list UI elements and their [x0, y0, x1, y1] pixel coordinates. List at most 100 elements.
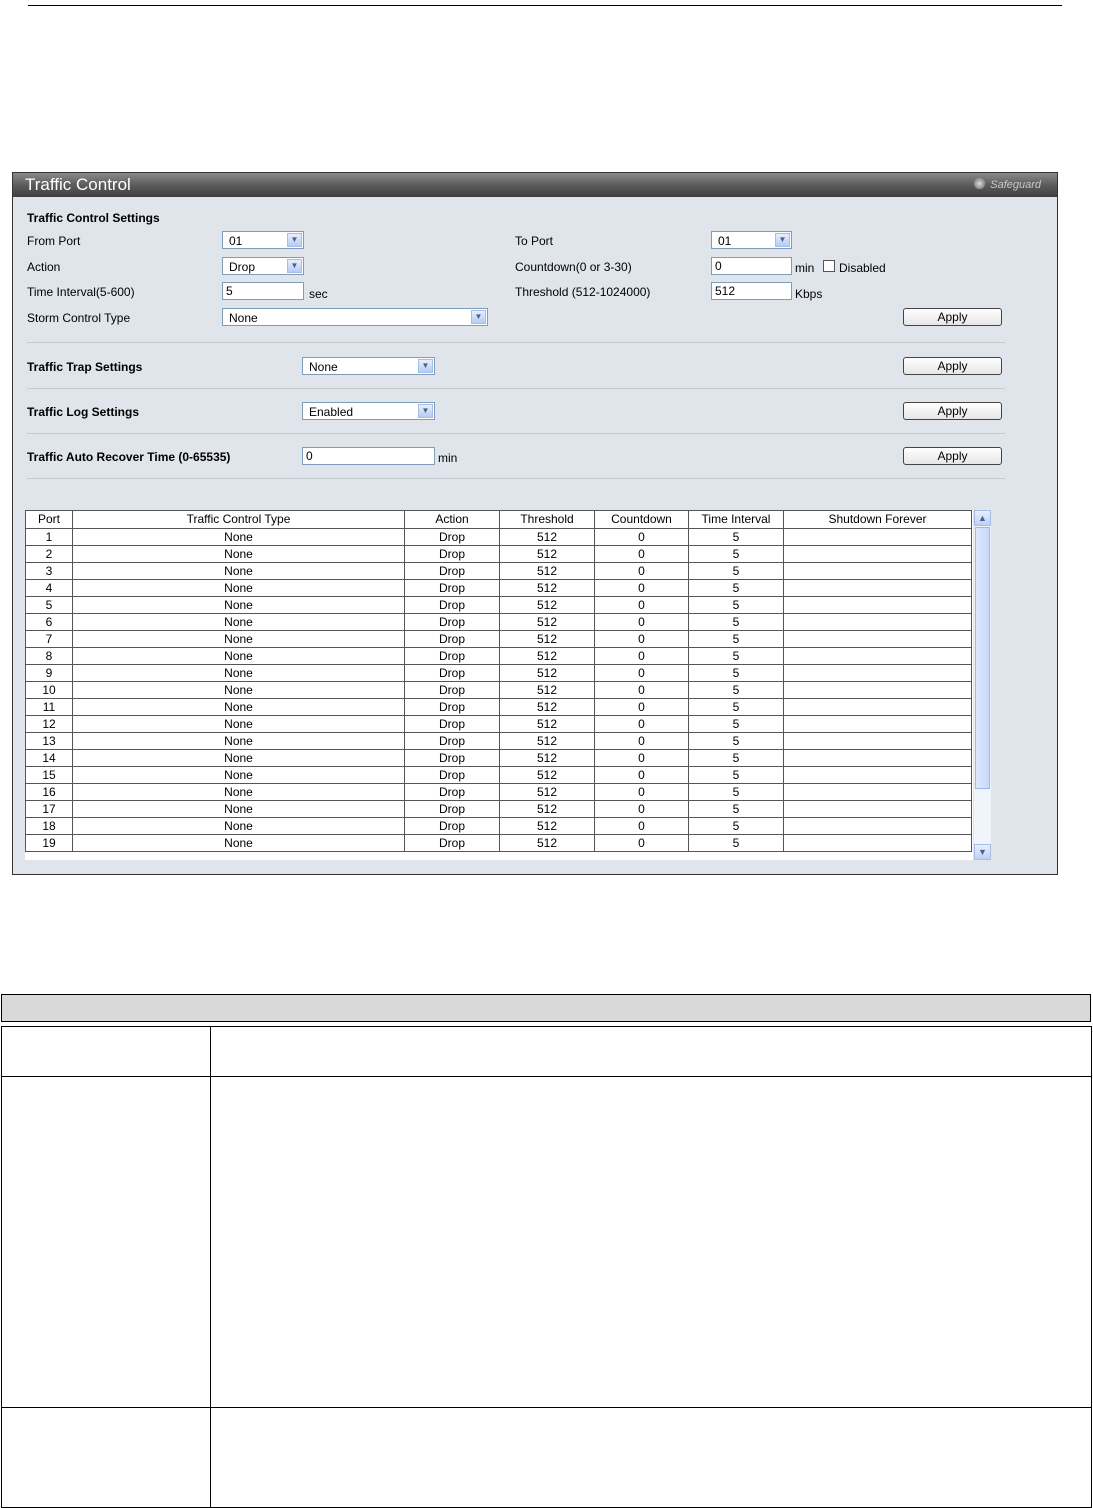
description-row: [1, 1076, 1092, 1408]
port-cell: 15: [25, 766, 73, 784]
threshold-cell: 512: [499, 630, 595, 648]
chevron-down-icon[interactable]: ▼: [974, 844, 991, 860]
action-cell: Drop: [404, 562, 500, 580]
traffic-control-type-cell: None: [72, 766, 405, 784]
traffic-control-type-cell: None: [72, 596, 405, 614]
table-scrollbar[interactable]: ▲ ▼: [974, 510, 991, 860]
to-port-select[interactable]: 01 ▼: [711, 231, 792, 249]
countdown-cell: 0: [594, 783, 689, 801]
shutdown-forever-cell: [783, 630, 972, 648]
storm-control-type-value: None: [229, 311, 258, 325]
chevron-down-icon[interactable]: ▼: [418, 404, 433, 418]
description-table: [1, 1026, 1092, 1508]
time-interval-cell: 5: [688, 579, 784, 597]
chevron-down-icon[interactable]: ▼: [471, 310, 486, 324]
storm-control-type-select[interactable]: None ▼: [222, 308, 488, 326]
port-cell: 10: [25, 681, 73, 699]
disabled-label: Disabled: [839, 261, 886, 275]
threshold-input[interactable]: [711, 282, 792, 300]
table-row: 6 None Drop 512 0 5: [25, 613, 972, 631]
panel-title-bar: Traffic Control Safeguard: [13, 173, 1057, 197]
traffic-log-apply-button[interactable]: Apply: [903, 402, 1002, 420]
divider: [27, 388, 1005, 389]
countdown-cell: 0: [594, 834, 689, 852]
time-interval-cell: 5: [688, 630, 784, 648]
traffic-log-select[interactable]: Enabled ▼: [302, 402, 435, 420]
threshold-cell: 512: [499, 545, 595, 563]
threshold-cell: 512: [499, 766, 595, 784]
action-cell: Drop: [404, 766, 500, 784]
countdown-label: Countdown(0 or 3-30): [515, 260, 632, 274]
shutdown-forever-cell: [783, 647, 972, 665]
time-interval-cell: 5: [688, 749, 784, 767]
port-cell: 5: [25, 596, 73, 614]
countdown-cell: 0: [594, 579, 689, 597]
traffic-control-type-cell: None: [72, 698, 405, 716]
action-label: Action: [27, 260, 61, 274]
chevron-down-icon[interactable]: ▼: [287, 259, 302, 273]
chevron-down-icon[interactable]: ▼: [287, 233, 302, 247]
traffic-control-type-cell: None: [72, 562, 405, 580]
traffic-auto-recover-time-input[interactable]: [302, 447, 435, 465]
threshold-cell: 512: [499, 596, 595, 614]
port-cell: 1: [25, 528, 73, 546]
traffic-trap-select[interactable]: None ▼: [302, 357, 435, 375]
shutdown-forever-cell: [783, 613, 972, 631]
countdown-cell: 0: [594, 698, 689, 716]
countdown-input[interactable]: [711, 257, 792, 275]
panel-title: Traffic Control: [25, 175, 131, 194]
traffic-control-type-cell: None: [72, 800, 405, 818]
column-header-shutdown-forever: Shutdown Forever: [783, 510, 972, 529]
countdown-cell: 0: [594, 613, 689, 631]
table-row: 2 None Drop 512 0 5: [25, 545, 972, 563]
description-cell: [210, 1076, 1092, 1408]
shutdown-forever-cell: [783, 749, 972, 767]
chevron-down-icon[interactable]: ▼: [418, 359, 433, 373]
chevron-down-icon[interactable]: ▼: [775, 233, 790, 247]
time-interval-label: Time Interval(5-600): [27, 285, 135, 299]
shutdown-forever-cell: [783, 596, 972, 614]
shutdown-forever-cell: [783, 800, 972, 818]
traffic-trap-apply-button[interactable]: Apply: [903, 357, 1002, 375]
table-row: 3 None Drop 512 0 5: [25, 562, 972, 580]
time-interval-cell: 5: [688, 715, 784, 733]
traffic-control-type-cell: None: [72, 528, 405, 546]
traffic-auto-recover-time-label: Traffic Auto Recover Time (0-65535): [27, 450, 231, 464]
traffic-auto-recover-apply-button[interactable]: Apply: [903, 447, 1002, 465]
action-select[interactable]: Drop ▼: [222, 257, 304, 275]
port-cell: 12: [25, 715, 73, 733]
traffic-control-apply-button[interactable]: Apply: [903, 308, 1002, 326]
threshold-cell: 512: [499, 698, 595, 716]
table-row: 5 None Drop 512 0 5: [25, 596, 972, 614]
time-interval-input[interactable]: [222, 282, 304, 300]
port-cell: 9: [25, 664, 73, 682]
time-interval-cell: 5: [688, 664, 784, 682]
disabled-checkbox[interactable]: [823, 260, 835, 272]
traffic-log-settings-label: Traffic Log Settings: [27, 405, 140, 419]
table-row: 18 None Drop 512 0 5: [25, 817, 972, 835]
time-interval-cell: 5: [688, 613, 784, 631]
threshold-cell: 512: [499, 817, 595, 835]
countdown-cell: 0: [594, 545, 689, 563]
threshold-cell: 512: [499, 664, 595, 682]
table-row: 7 None Drop 512 0 5: [25, 630, 972, 648]
countdown-unit: min: [795, 261, 815, 275]
table-row: 13 None Drop 512 0 5: [25, 732, 972, 750]
page-top-rule: [28, 5, 1062, 6]
countdown-cell: 0: [594, 562, 689, 580]
time-interval-cell: 5: [688, 783, 784, 801]
countdown-cell: 0: [594, 766, 689, 784]
from-port-select[interactable]: 01 ▼: [222, 231, 304, 249]
traffic-control-type-cell: None: [72, 834, 405, 852]
shutdown-forever-cell: [783, 528, 972, 546]
action-cell: Drop: [404, 834, 500, 852]
action-cell: Drop: [404, 698, 500, 716]
table-row: 1 None Drop 512 0 5: [25, 528, 972, 546]
countdown-cell: 0: [594, 596, 689, 614]
divider: [27, 433, 1005, 434]
chevron-up-icon[interactable]: ▲: [974, 510, 991, 526]
port-cell: 6: [25, 613, 73, 631]
scrollbar-thumb[interactable]: [975, 527, 990, 789]
action-cell: Drop: [404, 783, 500, 801]
description-cell: [210, 1026, 1092, 1077]
